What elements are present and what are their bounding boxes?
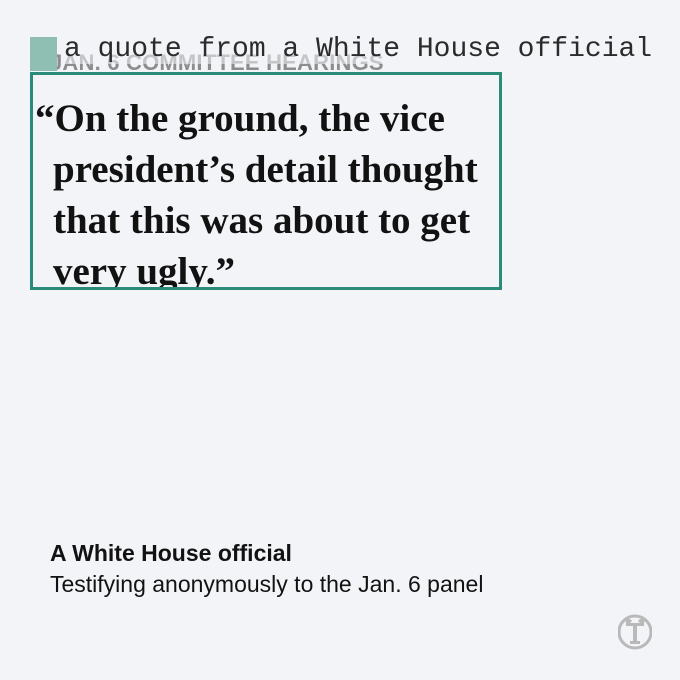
annotation-chip (30, 37, 57, 71)
pull-quote: “On the ground, the vice president’s det… (35, 97, 478, 290)
nyt-t-logo-icon (618, 614, 652, 650)
attribution-name: A White House official (50, 540, 292, 566)
quote-highlight-box: “On the ground, the vice president’s det… (30, 72, 502, 290)
attribution-description: Testifying anonymously to the Jan. 6 pan… (50, 571, 484, 597)
annotation-label: a quote from a White House official (64, 34, 653, 65)
